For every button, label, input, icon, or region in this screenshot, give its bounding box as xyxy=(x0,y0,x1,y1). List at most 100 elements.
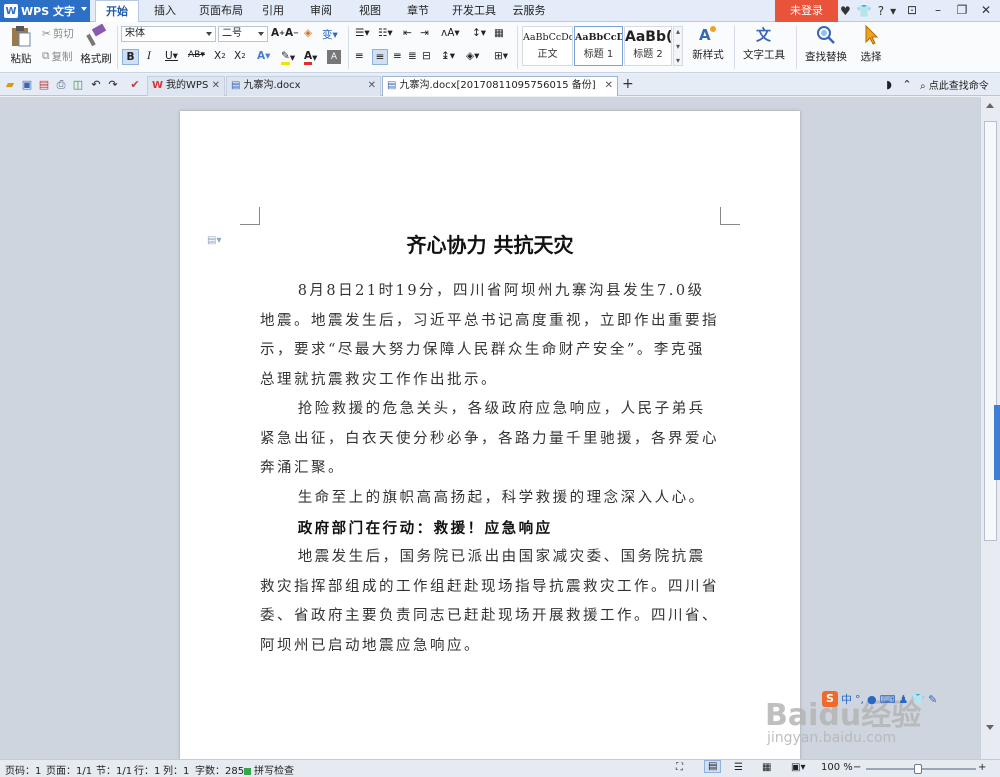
clear-format-icon[interactable]: ◈ xyxy=(304,27,312,39)
web-view-icon[interactable]: ▦ xyxy=(762,762,771,773)
copy-button[interactable]: ⧉ 复制 xyxy=(42,49,73,64)
style-heading-1[interactable]: AaBbCcDd 标题 1 xyxy=(574,26,623,66)
ime-mode[interactable]: 中 xyxy=(841,691,852,707)
pdf-icon[interactable]: ▤ xyxy=(37,78,51,92)
close-button[interactable]: ✕ xyxy=(972,0,1000,22)
section-heading[interactable]: 政府部门在行动：救援！应急响应 xyxy=(260,514,720,544)
bold-button[interactable]: B xyxy=(122,49,139,65)
tab-developer[interactable]: 开发工具 xyxy=(448,0,500,22)
find-command[interactable]: ⌕ 点此查找命令 xyxy=(920,77,989,92)
new-style-button[interactable]: A 新样式 xyxy=(688,24,728,62)
tab-cloud[interactable]: 云服务 xyxy=(508,0,550,22)
close-tab-icon[interactable]: ✕ xyxy=(368,77,376,95)
grow-font-icon[interactable]: A + xyxy=(271,27,285,39)
font-size-select[interactable]: 二号 xyxy=(218,26,268,42)
find-replace-button[interactable]: 查找替换 xyxy=(800,24,852,64)
redo-icon[interactable]: ↷ xyxy=(106,78,120,92)
select-button[interactable]: 选择 xyxy=(855,24,887,64)
style-normal[interactable]: AaBbCcDd 正文 xyxy=(522,26,573,66)
scroll-up-icon[interactable] xyxy=(986,103,994,108)
increase-indent-icon[interactable]: ⇥ xyxy=(420,27,429,39)
text-direction-icon[interactable]: ʌA▾ xyxy=(441,27,460,39)
app-menu-button[interactable]: W WPS 文字 xyxy=(0,0,90,22)
paragraph-4[interactable]: 地震发生后，国务院已派出由国家减灾委、国务院抗震救灾指挥部组成的工作组赶赴现场指… xyxy=(260,543,720,661)
help-icon[interactable]: ? xyxy=(878,4,884,18)
page-number[interactable]: 页码：1 xyxy=(5,762,41,777)
paste-button[interactable]: 粘贴 xyxy=(4,24,38,66)
fullscreen-icon[interactable]: ⛶ xyxy=(676,762,683,773)
text-effect-icon[interactable]: A▾ xyxy=(257,50,270,62)
format-painter-button[interactable]: 格式刷 xyxy=(80,24,112,66)
shrink-font-icon[interactable]: A − xyxy=(285,27,299,39)
keyboard-icon[interactable]: ⌨ xyxy=(880,693,896,706)
new-tab-icon[interactable]: + xyxy=(622,76,634,92)
dropdown-icon[interactable]: ▾ xyxy=(890,4,896,18)
close-tab-icon[interactable]: ✕ xyxy=(605,77,613,95)
font-name-select[interactable]: 宋体 xyxy=(121,26,216,42)
zoom-slider-knob[interactable] xyxy=(914,764,922,774)
skin-icon[interactable]: 👕 xyxy=(911,693,925,706)
highlight-icon[interactable]: ✎ ▾ xyxy=(281,50,295,65)
feedback-icon[interactable]: ♥ xyxy=(840,4,851,18)
undo-icon[interactable]: ↶ xyxy=(89,78,103,92)
zoom-value[interactable]: 100 % xyxy=(821,762,853,773)
close-tab-icon[interactable]: ✕ xyxy=(212,77,220,95)
print-preview-icon[interactable]: ◫ xyxy=(71,78,85,92)
document-title[interactable]: 齐心协力 共抗天灾 xyxy=(260,229,720,258)
char-shading-icon[interactable]: A xyxy=(327,50,341,64)
cut-button[interactable]: ✂ 剪切 xyxy=(42,26,74,41)
skin-icon[interactable]: 👕 xyxy=(857,4,872,18)
sort-icon[interactable]: ↕▾ xyxy=(472,27,486,39)
section-indicator[interactable]: 节：1/1 xyxy=(96,762,132,777)
align-left-icon[interactable]: ≡ xyxy=(355,50,364,62)
style-heading-2[interactable]: AaBb( 标题 2 xyxy=(624,26,672,66)
reading-mode-icon[interactable]: ▣▾ xyxy=(791,762,805,773)
spell-check[interactable]: 拼写检查 xyxy=(244,762,294,777)
align-center-icon[interactable]: ≡ xyxy=(372,49,388,65)
strikethrough-button[interactable]: AB▾ xyxy=(188,50,205,60)
login-button[interactable]: 未登录 xyxy=(775,0,838,22)
tab-my-wps[interactable]: W 我的WPS ✕ xyxy=(147,76,225,96)
superscript-button[interactable]: X2 xyxy=(214,50,226,62)
outline-view-icon[interactable]: ☰ xyxy=(734,762,743,773)
paragraph-2[interactable]: 抢险救援的危急关头，各级政府应急响应，人民子弟兵紧急出征，白衣天使分秒必争，各路… xyxy=(260,395,720,484)
wrench-icon[interactable]: ✎ xyxy=(928,693,937,706)
word-count[interactable]: 字数：285 xyxy=(195,762,244,777)
ime-toolbar[interactable]: S 中 °, ● ⌨ ♟ 👕 ✎ xyxy=(822,690,982,708)
column-indicator[interactable]: 列：1 xyxy=(163,762,189,777)
underline-button[interactable]: U▾ xyxy=(165,50,178,62)
tab-view[interactable]: 视图 xyxy=(352,0,388,22)
punctuation-icon[interactable]: °, xyxy=(855,693,864,706)
save-icon[interactable]: ▣ xyxy=(20,78,34,92)
border-icon[interactable]: ⊞▾ xyxy=(494,50,508,62)
paragraph-layout-icon[interactable]: ▤▾ xyxy=(207,235,221,246)
tab-chapter[interactable]: 章节 xyxy=(400,0,436,22)
paragraph-1[interactable]: 8月8日21时19分，四川省阿坝州九寨沟县发生7.0级地震。地震发生后，习近平总… xyxy=(260,277,720,395)
zoom-slider[interactable] xyxy=(866,764,976,774)
document-workspace[interactable]: ▤▾ 齐心协力 共抗天灾 8月8日21时19分，四川省阿坝州九寨沟县发生7.0级… xyxy=(0,97,980,759)
zoom-out-icon[interactable]: − xyxy=(853,762,861,773)
row-indicator[interactable]: 行：1 xyxy=(134,762,160,777)
sogou-icon[interactable]: S xyxy=(822,691,838,707)
tab-document-backup[interactable]: ▤ 九寨沟.docx[20170811095756015 备份] ✕ xyxy=(382,76,618,96)
text-tools-button[interactable]: 文 文字工具 xyxy=(738,24,790,62)
font-color-icon[interactable]: A ▾ xyxy=(304,50,317,65)
table-icon[interactable]: ▦ xyxy=(494,27,504,39)
page-count[interactable]: 页面：1/1 xyxy=(46,762,92,777)
scroll-down-icon[interactable] xyxy=(986,725,994,730)
open-folder-icon[interactable]: ▰ xyxy=(3,78,17,92)
user-icon[interactable]: ♟ xyxy=(899,693,909,706)
tab-insert[interactable]: 插入 xyxy=(145,0,185,22)
print-icon[interactable]: ⎙ xyxy=(54,78,68,92)
line-spacing-icon[interactable]: ↨▾ xyxy=(441,50,455,62)
distribute-icon[interactable]: ⊟ xyxy=(422,50,431,62)
side-panel-tab[interactable] xyxy=(994,405,1000,480)
page-view-icon[interactable]: ▤ xyxy=(704,760,722,773)
quick-access-menu-icon[interactable]: ✔ xyxy=(128,78,142,92)
collapse-ribbon-icon[interactable]: ⌃ xyxy=(900,78,914,92)
document-page[interactable]: ▤▾ 齐心协力 共抗天灾 8月8日21时19分，四川省阿坝州九寨沟县发生7.0级… xyxy=(180,111,800,759)
paragraph-3[interactable]: 生命至上的旗帜高高扬起，科学救援的理念深入人心。 xyxy=(260,484,720,514)
phonetic-icon[interactable]: 变▾ xyxy=(322,27,338,42)
bullet-list-icon[interactable]: ☰▾ xyxy=(355,27,370,39)
zoom-in-icon[interactable]: + xyxy=(978,762,986,773)
